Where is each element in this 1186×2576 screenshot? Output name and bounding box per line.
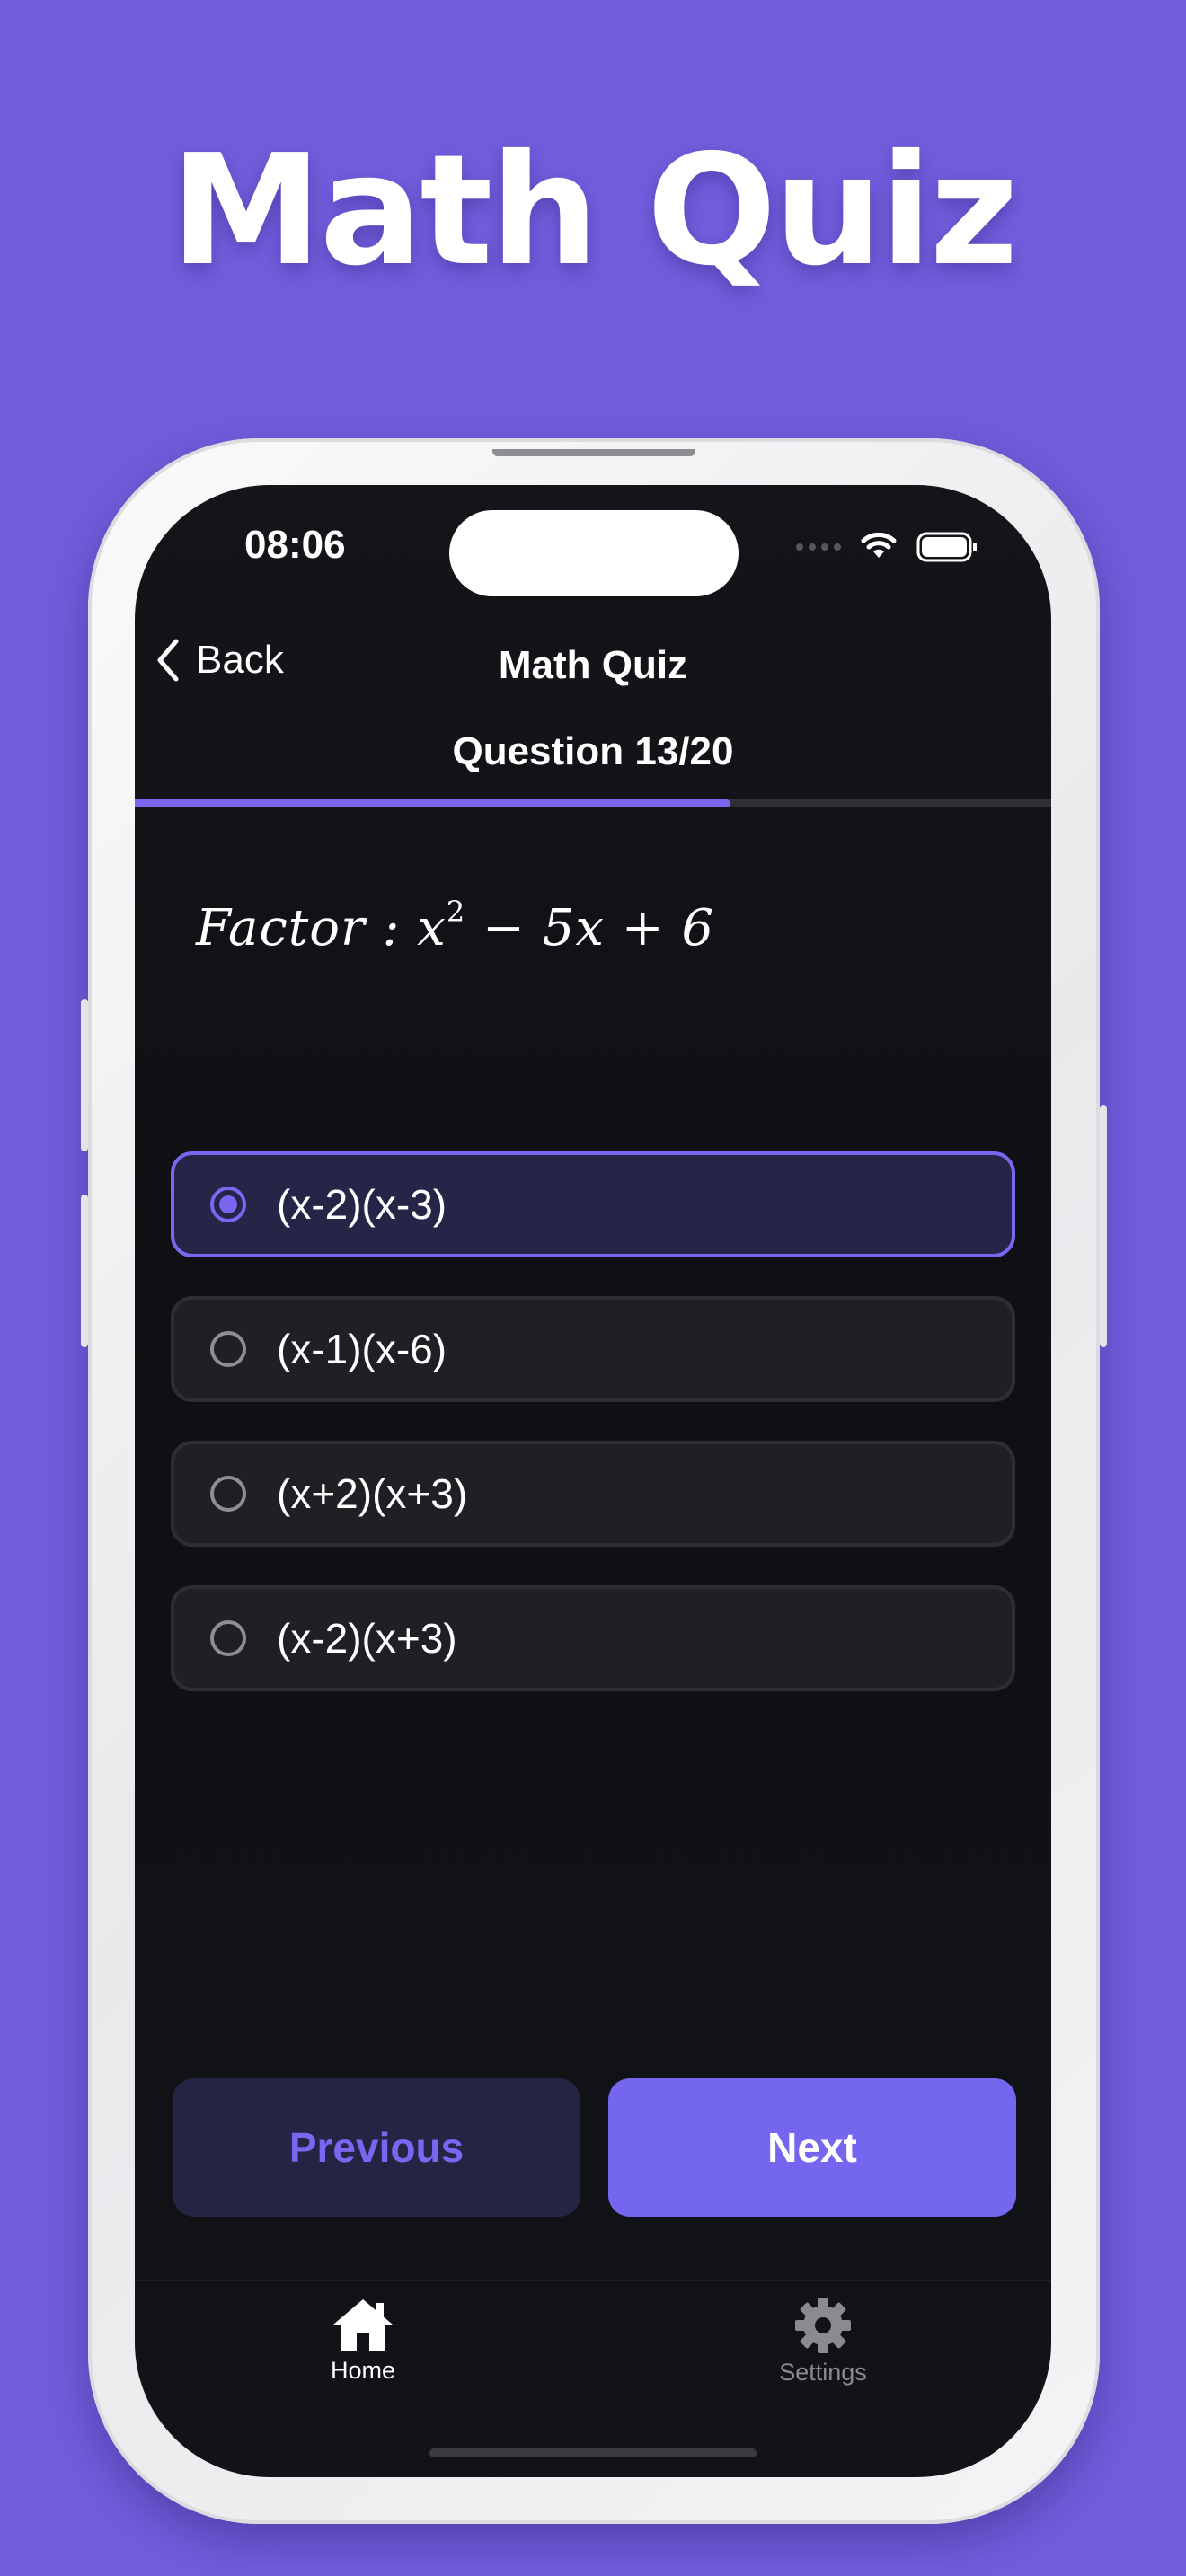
radio-icon[interactable] <box>210 1476 246 1512</box>
answer-label: (x-2)(x-3) <box>277 1181 447 1228</box>
phone-side-button <box>81 999 88 1151</box>
gear-icon <box>795 2298 851 2353</box>
phone-speaker <box>492 449 695 456</box>
radio-icon[interactable] <box>210 1331 246 1367</box>
answer-label: (x-1)(x-6) <box>277 1326 447 1372</box>
tab-home-label: Home <box>330 2357 396 2384</box>
next-button[interactable]: Next <box>608 2078 1016 2217</box>
battery-icon <box>916 532 977 562</box>
home-indicator <box>429 2448 757 2457</box>
answer-options: (x-2)(x-3) (x-1)(x-6) (x+2)(x+3) (x-2)(x… <box>171 1151 1015 1730</box>
radio-icon[interactable] <box>210 1187 246 1222</box>
radio-icon[interactable] <box>210 1620 246 1656</box>
home-icon <box>333 2299 393 2351</box>
signal-icon <box>796 543 841 551</box>
answer-option[interactable]: (x-2)(x-3) <box>171 1151 1015 1257</box>
answer-option[interactable]: (x-1)(x-6) <box>171 1296 1015 1402</box>
question-counter: Question 13/20 <box>452 729 734 773</box>
promo-headline: Math Quiz <box>170 122 1018 300</box>
answer-option[interactable]: (x-2)(x+3) <box>171 1585 1015 1691</box>
status-time: 08:06 <box>244 523 346 567</box>
phone-screen: 08:06 Back Math Quiz Question 13/20 Fact… <box>135 485 1051 2477</box>
answer-label: (x+2)(x+3) <box>277 1470 468 1517</box>
tab-settings[interactable]: Settings <box>715 2296 931 2386</box>
progress-fill <box>135 799 730 807</box>
status-icons <box>796 532 979 562</box>
nav-title: Math Quiz <box>498 643 688 687</box>
navigation-bar: Back Math Quiz <box>135 629 1051 710</box>
answer-option[interactable]: (x+2)(x+3) <box>171 1441 1015 1547</box>
question-text: Factor : x2 − 5x + 6 <box>196 895 715 957</box>
progress-bar <box>135 799 1051 807</box>
tab-bar: Home Settings <box>135 2280 1051 2477</box>
wifi-icon <box>861 533 897 558</box>
answer-label: (x-2)(x+3) <box>277 1615 457 1662</box>
tab-home[interactable]: Home <box>255 2296 471 2385</box>
dynamic-island <box>449 510 739 596</box>
phone-side-button <box>1100 1105 1107 1347</box>
tab-settings-label: Settings <box>779 2359 867 2386</box>
phone-side-button <box>81 1195 88 1347</box>
previous-button[interactable]: Previous <box>173 2078 580 2217</box>
